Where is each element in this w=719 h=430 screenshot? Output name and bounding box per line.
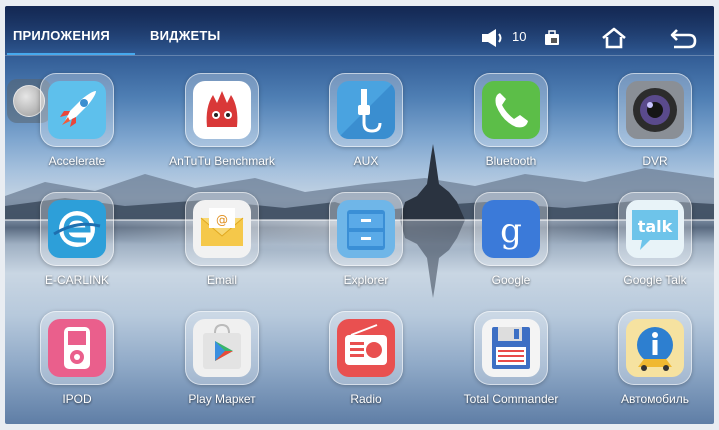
file-cabinet-icon: [337, 200, 395, 258]
car-info-icon: [626, 319, 684, 377]
app-icon-frame: [329, 311, 403, 385]
app-label: Accelerate: [48, 154, 106, 168]
app-explorer[interactable]: Explorer: [306, 192, 426, 304]
app-icon-frame: talk: [618, 192, 692, 266]
app-label: Radio: [350, 392, 382, 406]
app-aux[interactable]: AUX: [306, 73, 426, 185]
app-email[interactable]: @ Email: [162, 192, 282, 304]
app-google[interactable]: g Google: [451, 192, 571, 304]
app-dvr[interactable]: DVR: [595, 73, 714, 185]
app-radio[interactable]: Radio: [306, 311, 426, 423]
home-screen: ПРИЛОЖЕНИЯ ВИДЖЕТЫ 10 Accelerate AnTuTu …: [5, 6, 714, 424]
app-label: Email: [206, 273, 237, 287]
app-icon-frame: g: [474, 192, 548, 266]
app-label: DVR: [642, 154, 668, 168]
svg-text:g: g: [500, 211, 522, 251]
e-carlink-icon: [48, 200, 106, 258]
app-accelerate[interactable]: Accelerate: [17, 73, 137, 185]
app-label: AnTuTu Benchmark: [169, 154, 275, 168]
tab-widgets[interactable]: ВИДЖЕТЫ: [150, 28, 220, 43]
tab-applications[interactable]: ПРИЛОЖЕНИЯ: [13, 28, 110, 43]
radio-icon: [337, 319, 395, 377]
app-play-маркет[interactable]: Play Маркет: [162, 311, 282, 423]
app-label: Total Commander: [463, 392, 559, 406]
volume-level: 10: [512, 29, 527, 44]
app-icon-frame: [40, 192, 114, 266]
app-label: IPOD: [62, 392, 92, 406]
app-icon-frame: [40, 311, 114, 385]
app-label: Bluetooth: [485, 154, 537, 168]
app-автомобиль[interactable]: Автомобиль: [595, 311, 714, 423]
app-icon-frame: [474, 311, 548, 385]
app-label: Play Маркет: [188, 392, 256, 406]
app-total-commander[interactable]: Total Commander: [451, 311, 571, 423]
svg-text:@: @: [216, 213, 228, 227]
app-e-carlink[interactable]: E-CARLINK: [17, 192, 137, 304]
envelope-icon: @: [193, 200, 251, 258]
ipod-icon: [48, 319, 106, 377]
app-ipod[interactable]: IPOD: [17, 311, 137, 423]
bag-icon[interactable]: [541, 27, 563, 49]
app-bluetooth[interactable]: Bluetooth: [451, 73, 571, 185]
phone-handset-icon: [482, 81, 540, 139]
app-icon-frame: [329, 192, 403, 266]
rocket-icon: [48, 81, 106, 139]
app-label: AUX: [353, 154, 379, 168]
app-icon-frame: [185, 73, 259, 147]
app-icon-frame: [329, 73, 403, 147]
app-label: Google: [491, 273, 531, 287]
talk-bubble-icon: talk: [626, 200, 684, 258]
app-icon-frame: [474, 73, 548, 147]
app-google-talk[interactable]: talk Google Talk: [595, 192, 714, 304]
aux-plug-icon: [337, 81, 395, 139]
app-antutu-benchmark[interactable]: AnTuTu Benchmark: [162, 73, 282, 185]
camera-lens-icon: [626, 81, 684, 139]
svg-text:talk: talk: [638, 217, 673, 236]
google-g-icon: g: [482, 200, 540, 258]
antutu-icon: [193, 81, 251, 139]
home-icon[interactable]: [597, 25, 631, 51]
app-icon-frame: [185, 311, 259, 385]
back-arrow-icon[interactable]: [665, 25, 701, 51]
app-label: Google Talk: [623, 273, 687, 287]
top-bar-divider: [5, 55, 714, 56]
app-icon-frame: [618, 73, 692, 147]
play-store-icon: [193, 319, 251, 377]
app-label: E-CARLINK: [44, 273, 109, 287]
app-label: Explorer: [343, 273, 389, 287]
app-icon-frame: @: [185, 192, 259, 266]
floppy-disk-icon: [482, 319, 540, 377]
app-icon-frame: [618, 311, 692, 385]
app-icon-frame: [40, 73, 114, 147]
speaker-icon[interactable]: [479, 27, 509, 49]
app-label: Автомобиль: [621, 392, 689, 406]
